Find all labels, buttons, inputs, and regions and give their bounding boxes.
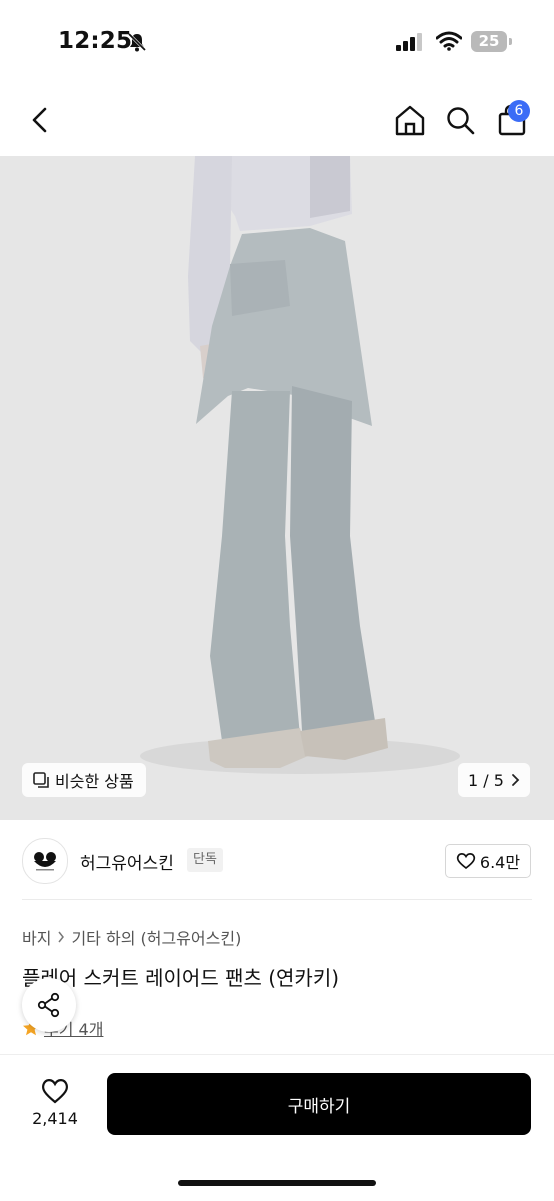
home-icon xyxy=(395,105,425,136)
section-divider xyxy=(22,899,532,900)
chevron-right-icon xyxy=(512,774,520,786)
buy-button[interactable]: 구매하기 xyxy=(107,1073,531,1135)
status-time: 12:25 xyxy=(58,28,133,54)
share-icon xyxy=(37,992,60,1018)
brand-name[interactable]: 허그유어스킨 xyxy=(80,849,174,874)
home-button[interactable] xyxy=(392,100,428,140)
bell-muted-icon xyxy=(127,32,147,52)
chevron-right-icon xyxy=(58,931,65,943)
search-icon xyxy=(447,107,475,135)
heart-icon xyxy=(456,853,476,870)
chevron-left-icon xyxy=(32,107,47,133)
image-page-text: 1 / 5 xyxy=(468,770,504,790)
wifi-icon xyxy=(436,31,462,51)
breadcrumb-subcategory[interactable]: 기타 하의 (허그유어스킨) xyxy=(71,925,241,949)
similar-items-icon xyxy=(33,772,49,788)
breadcrumb: 바지 기타 하의 (허그유어스킨) xyxy=(22,925,241,949)
similar-products-button[interactable]: 비슷한 상품 xyxy=(22,763,146,797)
brand-logo-mark xyxy=(34,852,56,871)
cart-count-badge: 6 xyxy=(508,100,530,122)
image-page-indicator[interactable]: 1 / 5 xyxy=(458,763,530,797)
heart-icon xyxy=(42,1079,68,1104)
brand-logo[interactable] xyxy=(22,838,68,884)
nav-bar xyxy=(0,84,554,156)
cellular-signal-icon xyxy=(396,33,422,51)
search-button[interactable] xyxy=(442,100,478,140)
share-button[interactable] xyxy=(22,978,76,1032)
brand-like-button[interactable]: 6.4만 xyxy=(445,844,531,878)
breadcrumb-category[interactable]: 바지 xyxy=(22,925,51,949)
wishlist-button[interactable]: 2,414 xyxy=(22,1073,88,1139)
brand-like-count: 6.4만 xyxy=(479,853,521,872)
bottom-action-bar: 2,414 구매하기 xyxy=(0,1054,554,1201)
product-photo xyxy=(0,156,554,820)
product-image[interactable] xyxy=(0,156,554,820)
brand-row[interactable]: 허그유어스킨 단독 6.4만 xyxy=(0,836,554,886)
battery-indicator: 25 xyxy=(471,31,507,52)
similar-products-label: 비슷한 상품 xyxy=(55,772,134,791)
battery-tip xyxy=(509,38,512,45)
home-indicator xyxy=(178,1180,376,1186)
exclusive-badge: 단독 xyxy=(187,848,223,872)
status-bar: 12:25 25 xyxy=(0,0,554,84)
back-button[interactable] xyxy=(22,100,58,140)
wishlist-count: 2,414 xyxy=(32,1109,78,1128)
